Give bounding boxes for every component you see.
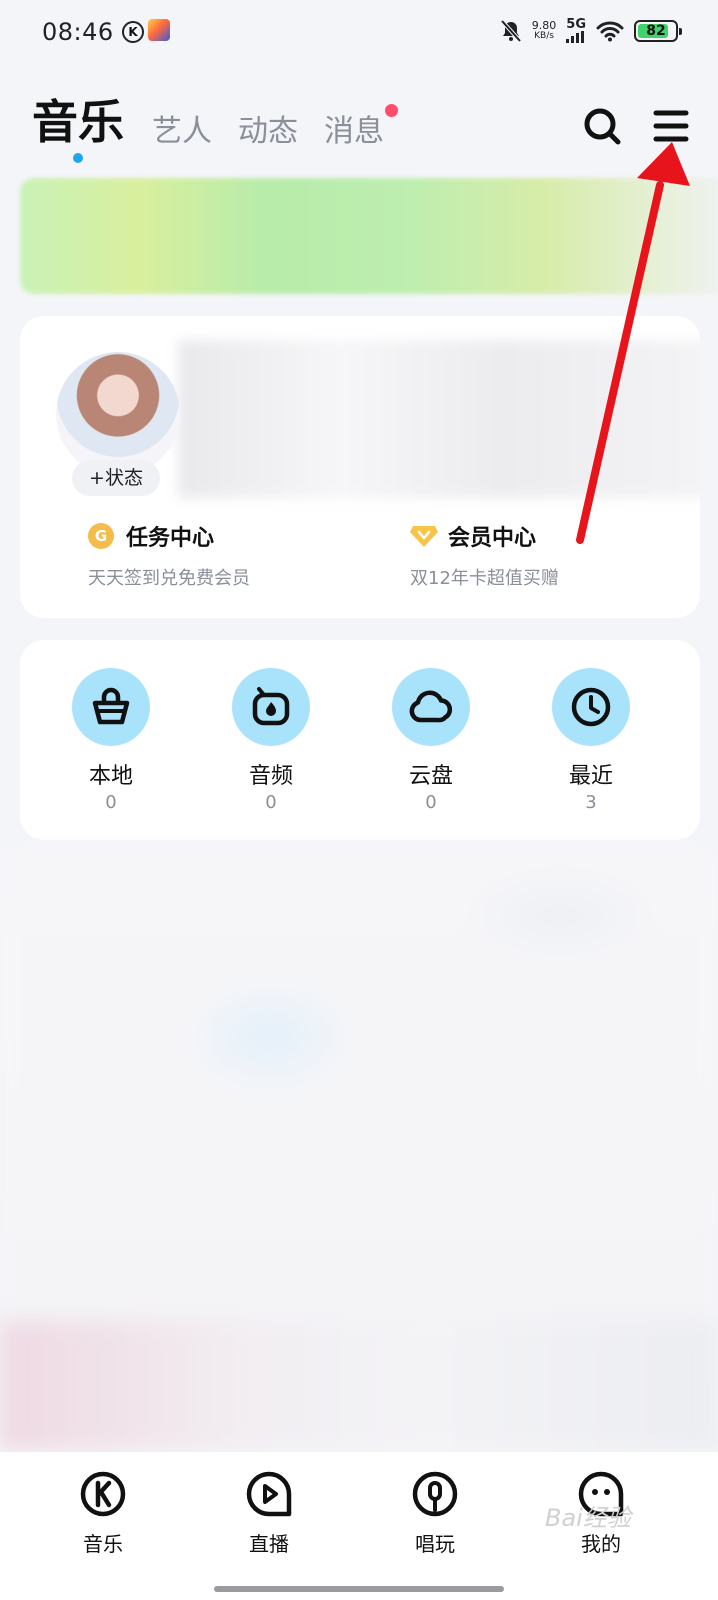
bottom-tab-music[interactable]: 音乐 xyxy=(48,1470,158,1557)
status-time: 08:46 xyxy=(42,18,114,46)
search-icon[interactable] xyxy=(582,106,622,146)
diamond-icon xyxy=(410,526,438,547)
cloud-icon xyxy=(409,690,453,723)
avatar[interactable] xyxy=(56,352,180,476)
bottom-tab-live-label: 直播 xyxy=(249,1532,289,1556)
clock-icon xyxy=(571,687,611,727)
quick-cloud-label: 云盘 xyxy=(408,764,453,789)
tab-feed[interactable]: 动态 xyxy=(238,106,298,150)
live-icon xyxy=(246,1471,292,1517)
task-center[interactable]: G 任务中心 天天签到兑免费会员 xyxy=(88,520,250,590)
tab-artists[interactable]: 艺人 xyxy=(152,106,212,150)
net-speed: 9.80 KB/s xyxy=(531,19,557,41)
bottom-tab-music-label: 音乐 xyxy=(83,1532,123,1556)
quick-audio-count: 0 xyxy=(265,792,277,813)
sing-icon xyxy=(412,1471,458,1517)
vip-center[interactable]: 会员中心 双12年卡超值买赠 xyxy=(410,520,559,590)
wifi-icon xyxy=(596,21,624,42)
quick-local-label: 本地 xyxy=(88,764,133,789)
quick-cloud-count: 0 xyxy=(425,792,437,813)
profile-card: +状态 G 任务中心 天天签到兑免费会员 会员中心 双12年卡超值买赠 xyxy=(20,316,700,618)
signal-icon: 5G xyxy=(566,18,586,43)
task-center-subtitle: 天天签到兑免费会员 xyxy=(88,568,250,589)
blurred-player xyxy=(0,1320,718,1450)
mute-bell-icon xyxy=(500,19,522,43)
bag-icon xyxy=(92,687,130,725)
quick-audio[interactable]: 音频 0 xyxy=(216,668,326,813)
quick-access-card: 本地 0 音频 0 云盘 0 最近 3 xyxy=(20,640,700,840)
active-tab-indicator xyxy=(73,153,83,163)
music-k-icon xyxy=(80,1471,126,1517)
quick-recent-label: 最近 xyxy=(568,764,613,789)
k-app-icon: K xyxy=(122,21,144,43)
status-indicators: 9.80 KB/s 5G 82 xyxy=(500,16,682,46)
message-badge xyxy=(385,104,398,117)
vip-center-subtitle: 双12年卡超值买赠 xyxy=(410,568,559,589)
quick-audio-label: 音频 xyxy=(248,764,293,789)
quick-recent[interactable]: 最近 3 xyxy=(536,668,646,813)
coin-icon: G xyxy=(88,523,114,549)
home-indicator[interactable] xyxy=(214,1586,504,1592)
add-status-button[interactable]: +状态 xyxy=(72,460,160,496)
menu-icon[interactable] xyxy=(652,108,690,144)
bottom-tab-sing[interactable]: 唱玩 xyxy=(380,1470,490,1557)
task-center-title: 任务中心 xyxy=(126,526,215,551)
promo-banner[interactable] xyxy=(20,178,718,294)
quick-local-count: 0 xyxy=(105,792,117,813)
quick-recent-count: 3 xyxy=(585,792,597,813)
vip-center-title: 会员中心 xyxy=(448,526,537,551)
app-notification-icon xyxy=(148,19,170,41)
tab-music[interactable]: 音乐 xyxy=(32,86,124,152)
quick-cloud[interactable]: 云盘 0 xyxy=(376,668,486,813)
bottom-tab-sing-label: 唱玩 xyxy=(415,1532,455,1556)
battery-icon: 82 xyxy=(634,20,682,42)
profile-info-blurred xyxy=(178,340,700,498)
bottom-tab-live[interactable]: 直播 xyxy=(214,1470,324,1557)
quick-local[interactable]: 本地 0 xyxy=(56,668,166,813)
audio-icon xyxy=(252,687,290,726)
tab-messages[interactable]: 消息 xyxy=(324,106,384,150)
watermark: Bai经验 xyxy=(545,1504,631,1532)
